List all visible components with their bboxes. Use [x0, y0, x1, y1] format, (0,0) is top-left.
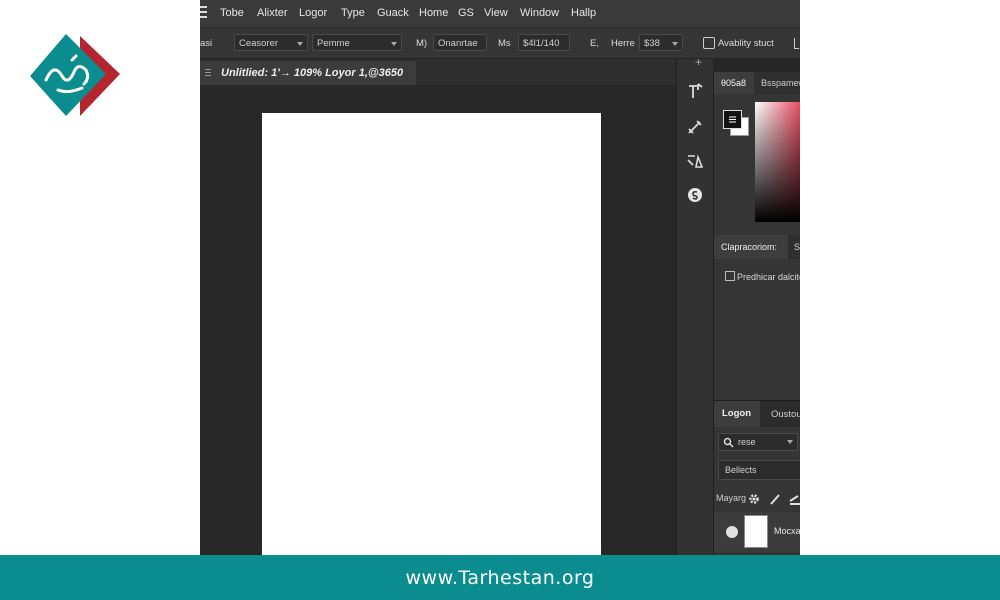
- properties-panel-tabs: Clapracoriom: S: [714, 235, 800, 259]
- layer-filter-select[interactable]: rese: [718, 433, 798, 451]
- menu-bar: Tobe Alixter Logor Type Guack Home GS Vi…: [200, 0, 800, 28]
- search-icon: [723, 437, 734, 448]
- tab-color[interactable]: θ05a8: [714, 72, 754, 94]
- document-tab-title: Unlitlied: 1'→ 109% Loyor 1,@3650: [221, 67, 404, 79]
- gear-icon[interactable]: [747, 492, 761, 506]
- predhicar-checkbox-row[interactable]: Predhicar dalcitons: [725, 271, 800, 282]
- circle-s-icon[interactable]: [683, 183, 707, 207]
- hamburger-menu-icon[interactable]: [200, 6, 207, 19]
- options-select-1[interactable]: Ceasorer: [234, 34, 308, 51]
- add-panel-icon[interactable]: +: [695, 55, 702, 69]
- menu-lines-icon: [729, 116, 736, 123]
- options-lead-label: asi: [200, 38, 213, 49]
- options-field-2[interactable]: $4l1/140: [518, 34, 570, 51]
- photoshop-screenshot: Tobe Alixter Logor Type Guack Home GS Vi…: [200, 0, 800, 555]
- options-select-2[interactable]: Pemme: [312, 34, 402, 51]
- chevron-down-icon: [787, 440, 793, 444]
- layer-thumbnail: [744, 515, 768, 548]
- menu-item-view[interactable]: View: [484, 7, 508, 19]
- tab-layers[interactable]: Logon: [714, 401, 760, 427]
- lock-label: Mayarg: [716, 493, 747, 503]
- menu-item-type[interactable]: Type: [341, 7, 365, 19]
- menu-item-alixter[interactable]: Alixter: [257, 7, 288, 19]
- layer-filter-value: rese: [738, 437, 756, 447]
- tarhestan-logo-icon: [30, 34, 120, 116]
- checkbox[interactable]: [725, 271, 735, 281]
- tab-swatches[interactable]: Bsspamew: [761, 78, 800, 88]
- right-panel: θ05a8 Bsspamew Clapracoriom: S Predhicar…: [713, 72, 800, 555]
- eye-icon[interactable]: [726, 526, 738, 538]
- foreground-color-swatch[interactable]: [723, 110, 742, 129]
- chevron-down-icon: [391, 42, 397, 46]
- share-icon[interactable]: [794, 38, 799, 49]
- options-field-3-value: $38: [644, 38, 660, 49]
- layer-row[interactable]: Mocxas: [714, 512, 800, 552]
- options-bar: asi Ceasorer Pemme M) Onanrtae Ms $4l1/1…: [200, 28, 800, 59]
- document-tab[interactable]: Unlitlied: 1'→ 109% Loyor 1,@3650: [200, 61, 416, 85]
- menu-item-hallp[interactable]: Hallp: [571, 7, 596, 19]
- panel-tool-column: +: [676, 55, 713, 555]
- brush-icon[interactable]: [768, 492, 782, 506]
- menu-item-gs[interactable]: GS: [458, 7, 474, 19]
- options-label-e: E,: [590, 38, 599, 49]
- tab-grip-icon: [205, 69, 211, 77]
- blend-mode-select[interactable]: Bellects: [718, 460, 800, 480]
- options-label-ability[interactable]: Avablity stuct: [718, 38, 774, 49]
- options-label-m: M): [416, 38, 428, 49]
- checkbox-label: Predhicar dalcitons: [737, 272, 800, 282]
- options-field-1[interactable]: Onanrtae: [433, 34, 487, 51]
- type-tool-icon[interactable]: [683, 79, 707, 103]
- options-label-ms: Ms: [498, 38, 511, 49]
- color-panel-tabs: θ05a8 Bsspamew: [714, 72, 800, 94]
- layer-name: Mocxas: [774, 526, 800, 536]
- options-select-2-value: Pemme: [317, 38, 350, 49]
- menu-item-window[interactable]: Window: [520, 7, 559, 19]
- ability-icon[interactable]: [703, 37, 715, 49]
- layers-panel-tabs: Logon Oustou: [714, 400, 800, 427]
- options-label-here: Herre: [611, 38, 635, 49]
- tab-output[interactable]: Oustou: [771, 409, 800, 420]
- canvas-area[interactable]: [200, 85, 676, 555]
- adjustment-tool-icon[interactable]: [683, 149, 707, 173]
- tab-properties[interactable]: Clapracoriom:: [714, 235, 788, 259]
- tab-secondary[interactable]: S: [794, 242, 800, 252]
- color-picker-field[interactable]: [755, 102, 800, 222]
- options-select-1-value: Ceasorer: [239, 38, 279, 49]
- crop-icon[interactable]: [788, 492, 800, 506]
- brush-tool-icon[interactable]: [683, 115, 707, 139]
- footer-url[interactable]: www.Tarhestan.org: [0, 567, 1000, 589]
- layer-lock-row: Mayarg: [714, 488, 800, 510]
- document-tab-bar: Unlitlied: 1'→ 109% Loyor 1,@3650: [200, 59, 676, 85]
- options-field-3[interactable]: $38: [639, 34, 683, 51]
- menu-item-guack[interactable]: Guack: [377, 7, 409, 19]
- menu-item-tobe[interactable]: Tobe: [220, 7, 244, 19]
- document-canvas[interactable]: [262, 113, 601, 555]
- menu-item-home[interactable]: Home: [419, 7, 448, 19]
- site-footer: www.Tarhestan.org: [0, 555, 1000, 600]
- chevron-down-icon: [297, 42, 303, 46]
- menu-item-logor[interactable]: Logor: [299, 7, 327, 19]
- chevron-down-icon: [672, 42, 678, 46]
